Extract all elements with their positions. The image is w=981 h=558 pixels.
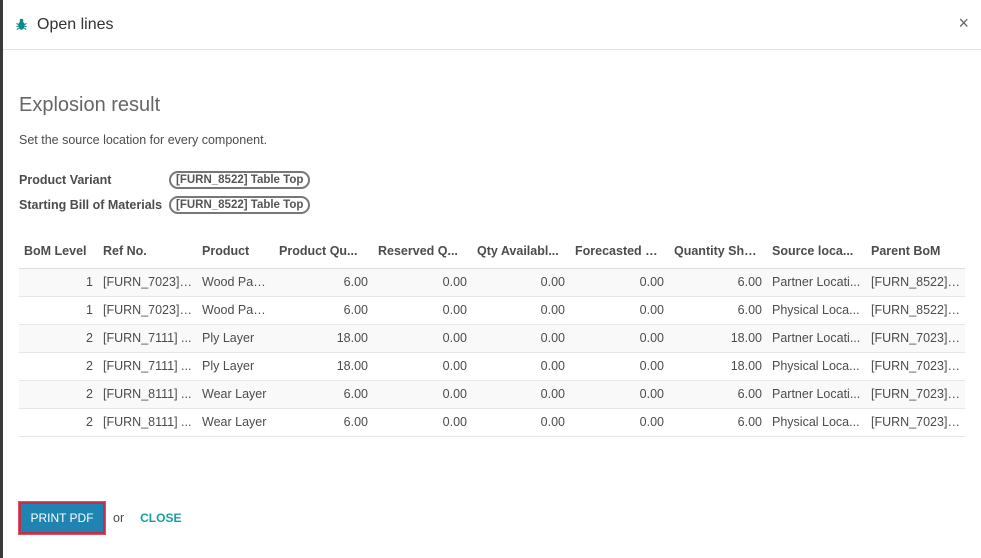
- field-label: Product Variant: [19, 173, 112, 187]
- product-variant-tag[interactable]: [FURN_8522] Table Top: [169, 171, 311, 189]
- fields-group: Product Variant [FURN_8522] Table Top St…: [19, 170, 965, 215]
- table-cell[interactable]: 0.00: [570, 380, 669, 409]
- table-cell[interactable]: 2: [19, 408, 98, 437]
- print-pdf-button[interactable]: PRINT PDF: [19, 502, 105, 534]
- table-cell[interactable]: [FURN_7111] ...: [98, 352, 197, 381]
- table-cell[interactable]: 0.00: [570, 408, 669, 437]
- table-cell[interactable]: 0.00: [570, 352, 669, 381]
- table-cell[interactable]: [FURN_7023] ...: [98, 296, 197, 325]
- table-cell[interactable]: 0.00: [570, 296, 669, 325]
- table-cell[interactable]: Physical Loca...: [767, 408, 866, 437]
- table-cell[interactable]: [FURN_7111] ...: [98, 324, 197, 353]
- table-row[interactable]: 2 [FURN_7111] ... Ply Layer 18.00 0.00 0.00 0.…: [19, 324, 965, 353]
- table-cell[interactable]: 2: [19, 324, 98, 353]
- or-text: or: [113, 511, 125, 525]
- table-cell[interactable]: Wear Layer: [197, 380, 274, 409]
- starting-bom-tag[interactable]: [FURN_8522] Table Top: [169, 196, 311, 214]
- column-header[interactable]: Qty Availabl...: [472, 235, 570, 269]
- table-cell[interactable]: 0.00: [472, 352, 570, 381]
- table-cell[interactable]: [FURN_7023] ...: [866, 408, 965, 437]
- table-cell[interactable]: 1: [19, 296, 98, 325]
- field-product-variant: Product Variant [FURN_8522] Table Top: [19, 170, 965, 190]
- dialog-footer: PRINT PDF or CLOSE: [19, 502, 181, 534]
- table-cell[interactable]: [FURN_7023] ...: [866, 352, 965, 381]
- table-cell[interactable]: 6.00: [274, 408, 373, 437]
- table-cell[interactable]: 0.00: [472, 380, 570, 409]
- table-cell[interactable]: 18.00: [274, 352, 373, 381]
- table-cell[interactable]: [FURN_7023] ...: [866, 324, 965, 353]
- table-cell[interactable]: [FURN_7023] ...: [866, 380, 965, 409]
- table-cell[interactable]: 0.00: [472, 408, 570, 437]
- table-cell[interactable]: 0.00: [373, 324, 472, 353]
- table-cell[interactable]: Partner Locati...: [767, 324, 866, 353]
- table-cell[interactable]: 0.00: [570, 268, 669, 297]
- table-cell[interactable]: 0.00: [472, 268, 570, 297]
- table-cell[interactable]: Wood Panel: [197, 296, 274, 325]
- table-cell[interactable]: 0.00: [472, 324, 570, 353]
- table-cell[interactable]: 18.00: [274, 324, 373, 353]
- table-cell[interactable]: [FURN_8111] ...: [98, 408, 197, 437]
- table-cell[interactable]: 1: [19, 268, 98, 297]
- table-cell[interactable]: 0.00: [373, 352, 472, 381]
- dialog-header: Open lines ×: [3, 0, 981, 50]
- table-cell[interactable]: 6.00: [669, 296, 767, 325]
- column-header[interactable]: Forecasted Q...: [570, 235, 669, 269]
- open-lines-dialog: Open lines × Explosion result Set the so…: [3, 0, 981, 558]
- table-cell[interactable]: 0.00: [373, 408, 472, 437]
- column-header[interactable]: Reserved Q...: [373, 235, 472, 269]
- table-cell[interactable]: [FURN_8522] ...: [866, 296, 965, 325]
- close-button[interactable]: CLOSE: [140, 511, 181, 525]
- table-cell[interactable]: 6.00: [274, 296, 373, 325]
- table-cell[interactable]: Partner Locati...: [767, 268, 866, 297]
- table-cell[interactable]: Physical Loca...: [767, 296, 866, 325]
- column-header[interactable]: Product: [197, 235, 274, 269]
- bug-icon: [15, 18, 27, 32]
- table-cell[interactable]: Partner Locati...: [767, 380, 866, 409]
- table-cell[interactable]: 0.00: [472, 296, 570, 325]
- table-row[interactable]: 2 [FURN_8111] ... Wear Layer 6.00 0.00 0.00 0.…: [19, 408, 965, 437]
- explosion-table-wrap: BoM Level Ref No. Product Product Qu... …: [19, 235, 965, 437]
- table-row[interactable]: 1 [FURN_7023] ... Wood Panel 6.00 0.00 0.00 0.…: [19, 296, 965, 325]
- table-cell[interactable]: 6.00: [274, 380, 373, 409]
- table-cell[interactable]: [FURN_7023] ...: [98, 268, 197, 297]
- table-cell[interactable]: Wear Layer: [197, 408, 274, 437]
- column-header[interactable]: Quantity Shor...: [669, 235, 767, 269]
- table-row[interactable]: 2 [FURN_8111] ... Wear Layer 6.00 0.00 0.00 0.…: [19, 380, 965, 409]
- table-cell[interactable]: 0.00: [570, 324, 669, 353]
- table-cell[interactable]: 6.00: [669, 380, 767, 409]
- table-row[interactable]: 2 [FURN_7111] ... Ply Layer 18.00 0.00 0.00 0.…: [19, 352, 965, 381]
- table-cell[interactable]: 2: [19, 352, 98, 381]
- table-cell[interactable]: Physical Loca...: [767, 352, 866, 381]
- table-cell[interactable]: [FURN_8522] ...: [866, 268, 965, 297]
- table-cell[interactable]: 6.00: [274, 268, 373, 297]
- table-cell[interactable]: 0.00: [373, 268, 472, 297]
- table-header-row: BoM Level Ref No. Product Product Qu... …: [19, 235, 965, 269]
- field-label: Starting Bill of Materials: [19, 198, 163, 212]
- table-cell[interactable]: 18.00: [669, 324, 767, 353]
- column-header[interactable]: Source loca...: [767, 235, 866, 269]
- result-subtitle: Set the source location for every compon…: [19, 133, 268, 147]
- close-icon[interactable]: ×: [958, 14, 969, 32]
- explosion-table: BoM Level Ref No. Product Product Qu... …: [19, 235, 965, 437]
- column-header[interactable]: Parent BoM: [866, 235, 965, 269]
- table-cell[interactable]: Wood Panel: [197, 268, 274, 297]
- table-cell[interactable]: 18.00: [669, 352, 767, 381]
- table-cell[interactable]: 0.00: [373, 296, 472, 325]
- result-heading: Explosion result: [19, 94, 161, 116]
- dialog-title: Open lines: [37, 15, 114, 33]
- table-cell[interactable]: 6.00: [669, 268, 767, 297]
- column-header[interactable]: Ref No.: [98, 235, 197, 269]
- table-cell[interactable]: Ply Layer: [197, 352, 274, 381]
- table-cell[interactable]: [FURN_8111] ...: [98, 380, 197, 409]
- table-cell[interactable]: Ply Layer: [197, 324, 274, 353]
- dialog-body: Explosion result Set the source location…: [3, 94, 981, 437]
- table-cell[interactable]: 6.00: [669, 408, 767, 437]
- table-cell[interactable]: 2: [19, 380, 98, 409]
- column-header[interactable]: Product Qu...: [274, 235, 373, 269]
- table-row[interactable]: 1 [FURN_7023] ... Wood Panel 6.00 0.00 0.00 0.…: [19, 268, 965, 297]
- column-header[interactable]: BoM Level: [19, 235, 98, 269]
- field-starting-bom: Starting Bill of Materials [FURN_8522] T…: [19, 195, 965, 215]
- table-cell[interactable]: 0.00: [373, 380, 472, 409]
